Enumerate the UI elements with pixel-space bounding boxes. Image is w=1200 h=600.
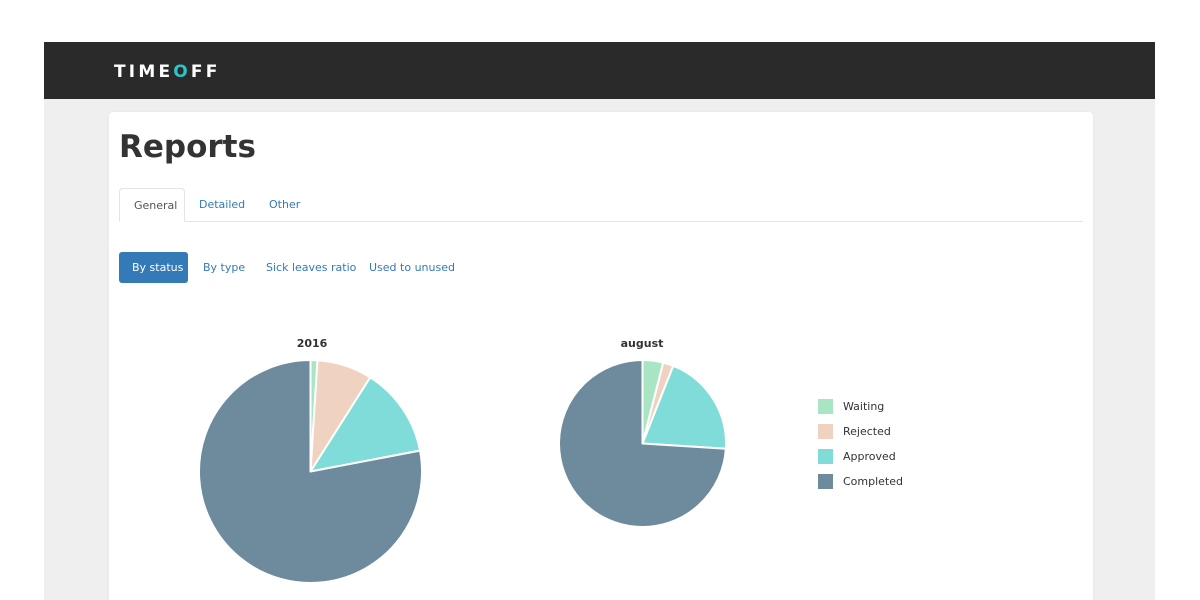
sick-leaves-ratio-button[interactable]: Sick leaves ratio [253,252,369,283]
pie-chart-august [558,359,727,528]
legend-swatch-rejected [818,424,833,439]
legend-label-approved: Approved [843,450,896,463]
app-window: TIMEOFF Reports General Detailed Other B… [44,42,1155,600]
timeoff-logo[interactable]: TIMEOFF [114,62,221,82]
used-to-unused-button[interactable]: Used to unused [356,252,468,283]
by-type-button[interactable]: By type [190,252,258,283]
top-navbar: TIMEOFF [44,42,1155,99]
legend-label-completed: Completed [843,475,903,488]
pie-chart-2016 [198,359,423,584]
logo-text-accent: O [173,62,191,82]
tab-detailed[interactable]: Detailed [185,188,259,221]
legend-swatch-waiting [818,399,833,414]
legend-swatch-approved [818,449,833,464]
legend-swatch-completed [818,474,833,489]
chart-title-2016: 2016 [296,337,328,350]
logo-text-part1: TIME [114,62,174,82]
report-tabs: General Detailed Other [119,188,1083,222]
logo-text-part2: FF [190,62,221,82]
chart-title-august: august [620,337,664,350]
page-title: Reports [119,129,256,165]
tab-general[interactable]: General [119,188,185,222]
tab-other[interactable]: Other [255,188,314,221]
legend-label-waiting: Waiting [843,400,885,413]
by-status-button[interactable]: By status [119,252,188,283]
reports-card: Reports General Detailed Other By status… [109,112,1093,600]
legend-label-rejected: Rejected [843,425,891,438]
